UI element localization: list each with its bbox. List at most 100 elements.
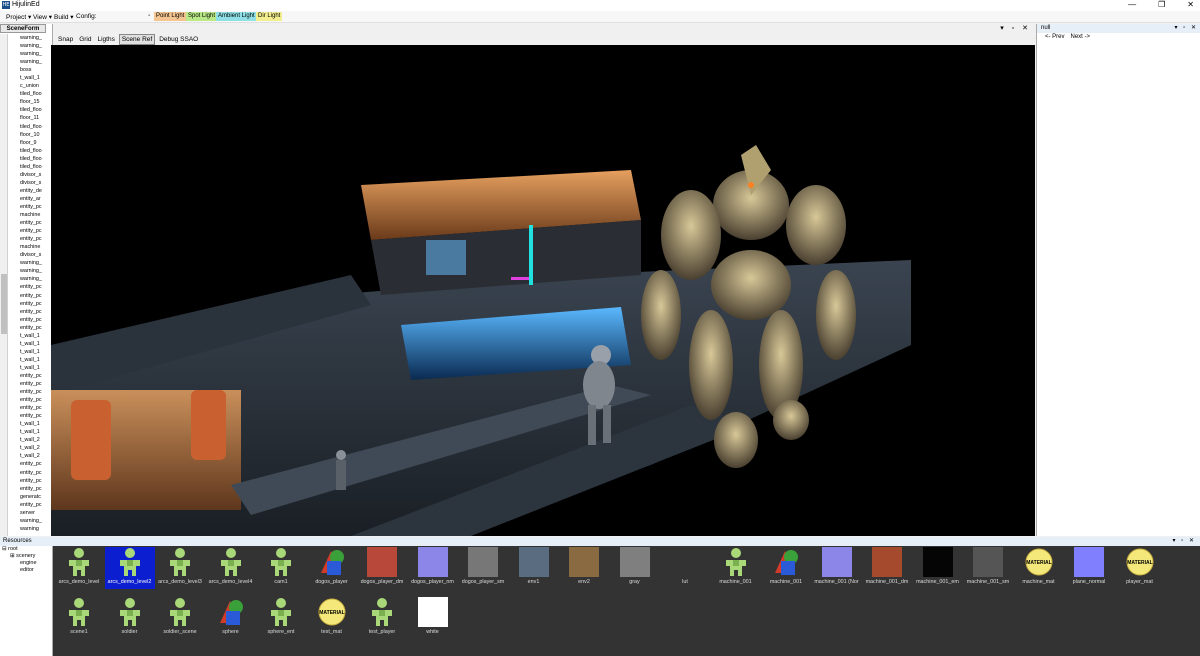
menu-build[interactable]: Build ▾ <box>54 13 74 21</box>
close-button[interactable]: ✕ <box>1187 0 1194 9</box>
resource-item[interactable]: arcs_demo_level2 <box>104 547 155 589</box>
resource-item[interactable]: gray <box>610 547 660 589</box>
scene-list-item[interactable]: entity_pc <box>20 412 50 420</box>
scene-list-item[interactable]: tiled_floo <box>20 90 50 98</box>
resource-item[interactable]: soldier <box>105 597 155 639</box>
resource-item[interactable]: machine_001_sm <box>963 547 1013 589</box>
scene-list-scrollbar[interactable] <box>0 34 8 536</box>
next-button[interactable]: Next -> <box>1071 34 1091 40</box>
scene-list-item[interactable]: boss <box>20 66 50 74</box>
scene-list-item[interactable]: warning_ <box>20 267 50 275</box>
scene-list-item[interactable]: entity_pc <box>20 292 50 300</box>
panel-header-icons[interactable]: ▾ ▫ ✕ <box>1000 24 1031 32</box>
scene-list-item[interactable]: entity_pc <box>20 501 50 509</box>
scene-list-item[interactable]: c_union <box>20 82 50 90</box>
scene-list-item[interactable]: tiled_floo <box>20 123 50 131</box>
scene-list-item[interactable]: tiled_floo <box>20 163 50 171</box>
resource-item[interactable]: env1 <box>509 547 559 589</box>
scene-list-item[interactable]: entity_de <box>20 187 50 195</box>
scene-list-item[interactable]: warning <box>20 525 50 533</box>
scene-list-item[interactable]: warning_ <box>20 517 50 525</box>
resource-item[interactable]: dogos_player_nm <box>408 547 458 589</box>
tree-item-root[interactable]: ⊟ root <box>0 546 52 553</box>
3d-viewport[interactable] <box>51 45 1035 536</box>
scene-list-item[interactable]: entity_pc <box>20 316 50 324</box>
tab-sceneform[interactable]: SceneForm <box>0 24 46 33</box>
tree-item-scenery[interactable]: ⊞ scenery <box>0 553 52 560</box>
scene-list-item[interactable]: entity_pc <box>20 203 50 211</box>
scene-list-item[interactable]: warning_ <box>20 275 50 283</box>
resource-item[interactable]: arcs_demo_level <box>54 547 104 589</box>
resource-item[interactable]: arcs_demo_level3 <box>155 547 205 589</box>
resource-item[interactable]: arcs_demo_level4 <box>206 547 256 589</box>
scene-list-item[interactable]: entity_pc <box>20 283 50 291</box>
resource-item[interactable]: white <box>408 597 458 639</box>
resource-item[interactable]: machine_001_dm <box>862 547 912 589</box>
scene-ref-button[interactable]: Scene Ref <box>118 34 156 45</box>
scene-list-item[interactable]: entity_pc <box>20 388 50 396</box>
scene-list-item[interactable]: divisor_s <box>20 171 50 179</box>
scene-list-item[interactable]: t_wall_1 <box>20 356 50 364</box>
resource-item[interactable]: lut <box>660 547 710 589</box>
scene-list-item[interactable]: t_wall_1 <box>20 364 50 372</box>
scene-list-item[interactable]: floor_11 <box>20 114 50 122</box>
debug-ssao-button[interactable]: Debug SSAO <box>157 34 200 45</box>
scene-list-item[interactable]: machine <box>20 243 50 251</box>
spot-light-button[interactable]: Spot Light <box>186 12 218 21</box>
resource-item[interactable]: sphere_ent <box>256 597 306 639</box>
resource-item[interactable]: soldier_scene <box>155 597 205 639</box>
resource-item[interactable]: sphere <box>206 597 256 639</box>
scene-list-item[interactable]: t_wall_2 <box>20 444 50 452</box>
scene-list-item[interactable]: entity_ar <box>20 195 50 203</box>
scene-list-item[interactable]: entity_pc <box>20 300 50 308</box>
scene-list-item[interactable]: server <box>20 509 50 517</box>
scene-list-item[interactable]: entity_pc <box>20 308 50 316</box>
scene-list-item[interactable]: tiled_floo <box>20 106 50 114</box>
menu-view[interactable]: View ▾ <box>33 13 52 21</box>
tree-item-engine[interactable]: engine <box>0 560 52 567</box>
scene-list-item[interactable]: t_wall_1 <box>20 74 50 82</box>
grid-button[interactable]: Grid <box>77 34 93 45</box>
ambient-light-button[interactable]: Ambient Light <box>216 12 257 21</box>
scene-list-item[interactable]: entity_pc <box>20 380 50 388</box>
snap-button[interactable]: Snap <box>56 34 75 45</box>
maximize-button[interactable]: ❐ <box>1158 0 1165 9</box>
scene-list-item[interactable]: floor_9 <box>20 139 50 147</box>
scene-list-item[interactable]: divisor_s <box>20 179 50 187</box>
resource-item[interactable]: MATERIAL test_mat <box>307 597 357 639</box>
scene-list-item[interactable]: entity_pc <box>20 219 50 227</box>
scene-list-item[interactable]: entity_pc <box>20 469 50 477</box>
resource-item[interactable]: test_player <box>357 597 407 639</box>
scene-list-item[interactable]: t_wall_1 <box>20 340 50 348</box>
scene-list-item[interactable]: entity_pc <box>20 404 50 412</box>
scene-list-item[interactable]: floor_15 <box>20 98 50 106</box>
scene-list-item[interactable]: tiled_floo <box>20 147 50 155</box>
scene-list-item[interactable]: warning_ <box>20 58 50 66</box>
menu-config[interactable]: Config: <box>76 13 97 20</box>
scene-list-item[interactable]: machine <box>20 211 50 219</box>
scene-list-item[interactable]: entity_pc <box>20 396 50 404</box>
scene-list-item[interactable]: tiled_floo <box>20 155 50 163</box>
scene-list-item[interactable]: entity_pc <box>20 324 50 332</box>
resource-item[interactable]: dogos_player_dm <box>357 547 407 589</box>
resource-item[interactable]: machine_001 <box>711 547 761 589</box>
scene-list-item[interactable]: entity_pc <box>20 235 50 243</box>
scene-list-item[interactable]: t_wall_1 <box>20 428 50 436</box>
lights-button[interactable]: Ligths <box>95 34 116 45</box>
resource-item[interactable]: plane_normal <box>1064 547 1114 589</box>
scene-list-item[interactable]: entity_pc <box>20 477 50 485</box>
resource-item[interactable]: machine_001 <box>761 547 811 589</box>
scene-list-item[interactable]: warning_ <box>20 34 50 42</box>
prev-button[interactable]: <- Prev <box>1045 34 1065 40</box>
resources-header-icons[interactable]: ▾ ▫ ✕ <box>1173 537 1197 546</box>
scene-list-item[interactable]: divisor_s <box>20 251 50 259</box>
resource-item[interactable]: MATERIAL machine_mat <box>1014 547 1064 589</box>
resource-item[interactable]: env2 <box>559 547 609 589</box>
scene-list-item[interactable]: t_wall_2 <box>20 452 50 460</box>
scene-list-item[interactable]: warning_ <box>20 259 50 267</box>
scene-list-item[interactable]: t_wall_2 <box>20 436 50 444</box>
resource-item[interactable]: MATERIAL player_mat <box>1115 547 1165 589</box>
scene-list-item[interactable]: entity_pc <box>20 460 50 468</box>
tree-item-editor[interactable]: editor <box>0 567 52 574</box>
dir-light-button[interactable]: Dir Light <box>256 12 283 21</box>
